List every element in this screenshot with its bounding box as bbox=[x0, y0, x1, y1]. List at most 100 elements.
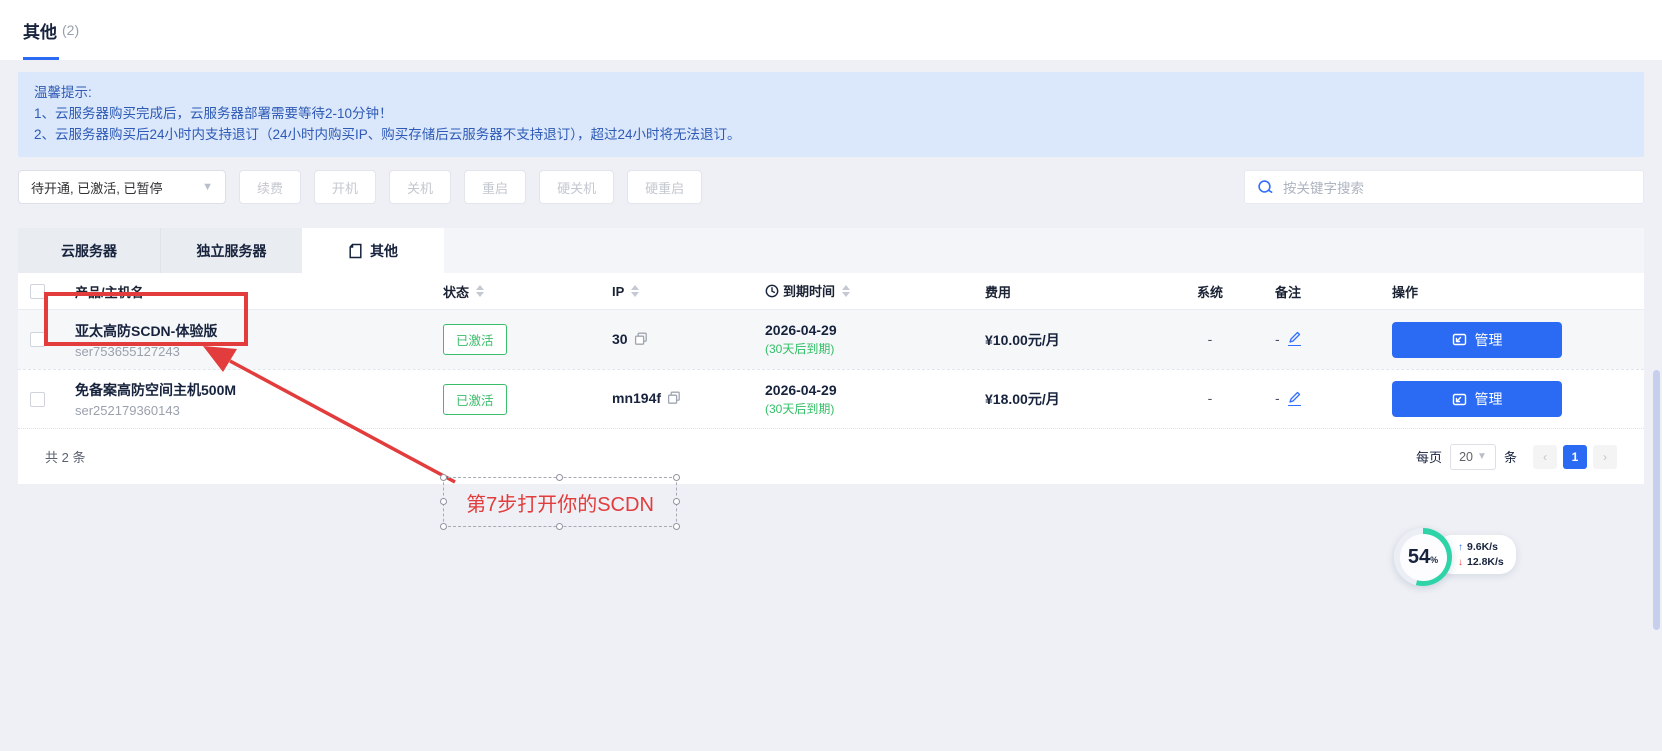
manage-button-label: 管理 bbox=[1475, 389, 1503, 409]
hard-restart-button[interactable]: 硬重启 bbox=[627, 170, 702, 204]
page-1-button[interactable]: 1 bbox=[1563, 445, 1587, 469]
usage-percent-unit: % bbox=[1430, 555, 1438, 565]
table-row-hosting: 免备案高防空间主机500M ser252179360143 已激活 mn194f… bbox=[18, 369, 1644, 428]
column-header-status[interactable]: 状态 bbox=[443, 282, 570, 301]
status-badge: 已激活 bbox=[443, 324, 507, 355]
ip-value: 30 bbox=[612, 331, 628, 347]
select-all-checkbox[interactable] bbox=[30, 284, 45, 299]
annotation-text-box[interactable]: 第7步打开你的SCDN bbox=[443, 477, 677, 527]
resize-handle[interactable] bbox=[673, 474, 680, 481]
tab-other-label: 其他 bbox=[370, 241, 398, 261]
table-footer: 共 2 条 每页 20 ▼ 条 ‹ 1 › bbox=[18, 428, 1644, 484]
resize-handle[interactable] bbox=[673, 523, 680, 530]
resize-handle[interactable] bbox=[440, 498, 447, 505]
page-title-count: (2) bbox=[62, 22, 79, 38]
chevron-down-icon: ▼ bbox=[202, 181, 213, 193]
edit-remark-icon[interactable] bbox=[1288, 331, 1301, 346]
copy-icon[interactable] bbox=[667, 391, 681, 405]
column-header-action: 操作 bbox=[1375, 282, 1644, 301]
system-value: - bbox=[1208, 331, 1213, 347]
download-speed: 12.8K/s bbox=[1467, 556, 1504, 568]
search-input[interactable]: 按关键字搜索 bbox=[1244, 170, 1644, 204]
search-placeholder: 按关键字搜索 bbox=[1283, 177, 1364, 197]
manage-button[interactable]: 管理 bbox=[1392, 322, 1562, 358]
tab-cloud-server[interactable]: 云服务器 bbox=[18, 228, 160, 273]
console-icon bbox=[1452, 392, 1467, 407]
usage-gauge[interactable]: 54 % bbox=[1394, 528, 1452, 586]
download-arrow-icon: ↓ bbox=[1458, 557, 1463, 568]
resize-handle[interactable] bbox=[556, 474, 563, 481]
expire-date: 2026-04-29 bbox=[765, 382, 980, 398]
sort-icon[interactable] bbox=[842, 285, 850, 297]
annotation-highlight-rect bbox=[44, 292, 248, 346]
prev-page-button[interactable]: ‹ bbox=[1533, 445, 1557, 469]
resize-handle[interactable] bbox=[556, 523, 563, 530]
notice-banner: 温馨提示: 1、云服务器购买完成后，云服务器部署需要等待2-10分钟！ 2、云服… bbox=[18, 72, 1644, 157]
expire-note: (30天后到期) bbox=[765, 340, 980, 357]
expire-note: (30天后到期) bbox=[765, 400, 980, 417]
upload-speed: 9.6K/s bbox=[1467, 541, 1498, 553]
hard-off-button[interactable]: 硬关机 bbox=[539, 170, 614, 204]
remark-value: - bbox=[1275, 390, 1280, 406]
column-header-system: 系统 bbox=[1165, 282, 1255, 301]
row-checkbox[interactable] bbox=[30, 392, 45, 407]
server-list-panel: 云服务器 独立服务器 其他 产品/主机名 状态 IP bbox=[18, 228, 1644, 484]
file-icon bbox=[348, 243, 363, 259]
notice-title: 温馨提示: bbox=[34, 82, 1628, 103]
per-page-label: 每页 bbox=[1416, 447, 1442, 466]
console-icon bbox=[1452, 332, 1467, 347]
power-off-button[interactable]: 关机 bbox=[389, 170, 451, 204]
renew-button[interactable]: 续费 bbox=[239, 170, 301, 204]
status-filter-value: 待开通, 已激活, 已暂停 bbox=[31, 178, 162, 197]
column-header-fee: 费用 bbox=[980, 282, 1165, 301]
per-page-unit: 条 bbox=[1504, 447, 1517, 466]
column-header-ip[interactable]: IP bbox=[570, 284, 757, 299]
status-badge: 已激活 bbox=[443, 384, 507, 415]
table-header-row: 产品/主机名 状态 IP 到期时间 费用 系统 备注 操作 bbox=[18, 273, 1644, 310]
edit-remark-icon[interactable] bbox=[1288, 391, 1301, 406]
page-header: 其他 (2) bbox=[0, 0, 1662, 60]
per-page-select[interactable]: 20 ▼ bbox=[1450, 444, 1496, 470]
pagination: ‹ 1 › bbox=[1533, 445, 1617, 469]
tab-dedicated-server[interactable]: 独立服务器 bbox=[160, 228, 302, 273]
upload-arrow-icon: ↑ bbox=[1458, 542, 1463, 553]
clock-icon bbox=[765, 284, 779, 298]
vertical-scrollbar[interactable] bbox=[1653, 370, 1660, 630]
search-icon bbox=[1257, 179, 1274, 196]
manage-button[interactable]: 管理 bbox=[1392, 381, 1562, 417]
table-row-scdn: 亚太高防SCDN-体验版 ser753655127243 已激活 30 2026… bbox=[18, 310, 1644, 369]
power-on-button[interactable]: 开机 bbox=[314, 170, 376, 204]
next-page-button[interactable]: › bbox=[1593, 445, 1617, 469]
server-type-tabs: 云服务器 独立服务器 其他 bbox=[18, 228, 1644, 273]
fee-value: ¥18.00元/月 bbox=[985, 391, 1060, 407]
status-filter-select[interactable]: 待开通, 已激活, 已暂停 ▼ bbox=[18, 170, 226, 204]
resize-handle[interactable] bbox=[440, 474, 447, 481]
row-checkbox[interactable] bbox=[30, 332, 45, 347]
product-name[interactable]: 免备案高防空间主机500M bbox=[75, 380, 443, 400]
notice-line-1: 1、云服务器购买完成后，云服务器部署需要等待2-10分钟！ bbox=[34, 103, 1628, 124]
system-value: - bbox=[1208, 390, 1213, 406]
usage-percent: 54 bbox=[1408, 547, 1430, 567]
resize-handle[interactable] bbox=[440, 523, 447, 530]
restart-button[interactable]: 重启 bbox=[464, 170, 526, 204]
ip-value: mn194f bbox=[612, 390, 661, 406]
chevron-down-icon: ▼ bbox=[1477, 451, 1487, 462]
toolbar: 待开通, 已激活, 已暂停 ▼ 续费 开机 关机 重启 硬关机 硬重启 按关键字… bbox=[18, 170, 1644, 204]
column-header-remark: 备注 bbox=[1255, 282, 1375, 301]
active-tab-underline bbox=[23, 57, 59, 60]
column-header-expire[interactable]: 到期时间 bbox=[757, 281, 980, 301]
fee-value: ¥10.00元/月 bbox=[985, 332, 1060, 348]
page-title: 其他 bbox=[23, 18, 57, 43]
copy-icon[interactable] bbox=[634, 332, 648, 346]
sort-icon[interactable] bbox=[631, 285, 639, 297]
sort-icon[interactable] bbox=[476, 285, 484, 297]
remark-value: - bbox=[1275, 331, 1280, 347]
notice-line-2: 2、云服务器购买后24小时内支持退订（24小时内购买IP、购买存储后云服务器不支… bbox=[34, 124, 1628, 145]
resize-handle[interactable] bbox=[673, 498, 680, 505]
network-monitor-widget[interactable]: ↑ 9.6K/s ↓ 12.8K/s 54 % bbox=[1394, 528, 1514, 588]
tab-other[interactable]: 其他 bbox=[302, 228, 444, 273]
total-count: 共 2 条 bbox=[45, 447, 85, 466]
tabbar-filler bbox=[444, 228, 1644, 273]
product-id: ser252179360143 bbox=[75, 403, 443, 418]
expire-date: 2026-04-29 bbox=[765, 322, 980, 338]
